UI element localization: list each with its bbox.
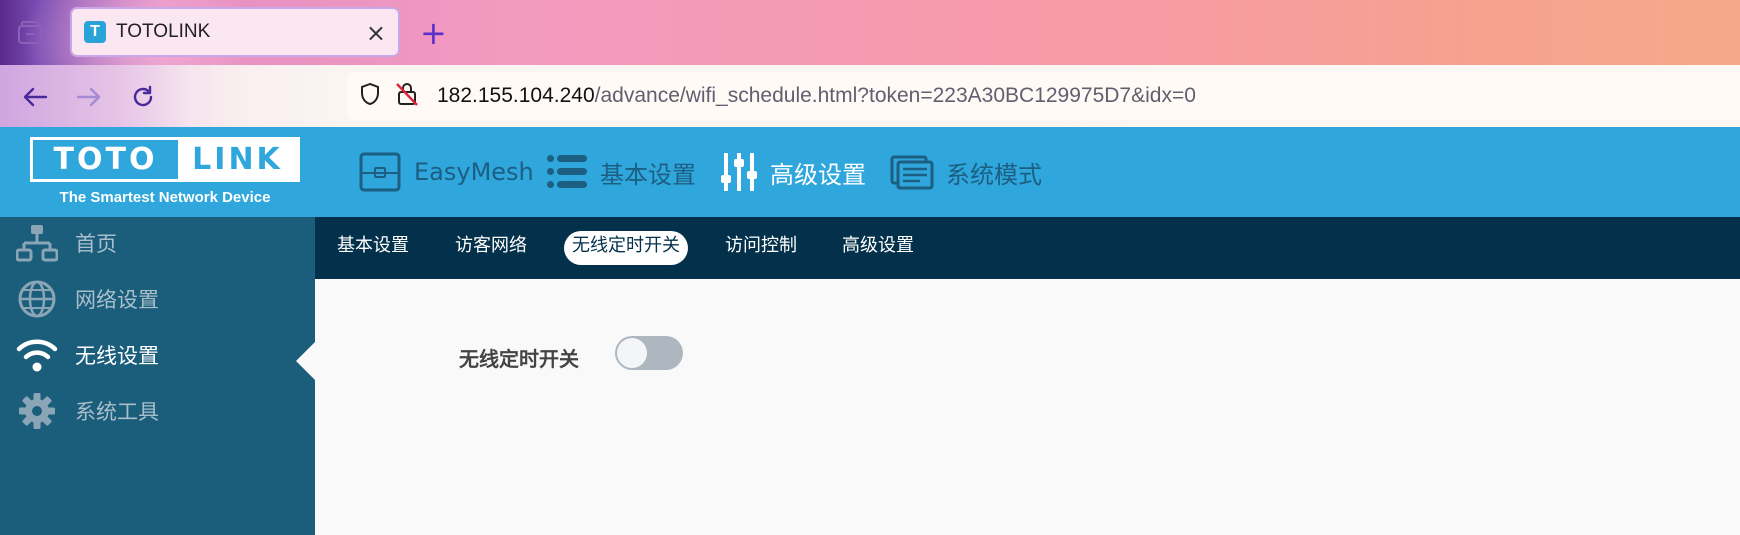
mesh-router-icon [359,152,401,192]
wifi-icon [16,334,58,376]
mode-icon [890,155,934,190]
sidebar-item-system-tools[interactable]: 系统工具 [0,385,315,437]
tab-title: TOTOLINK [116,21,211,42]
tab-close-icon[interactable]: × [366,19,386,47]
browser-tab-strip: T TOTOLINK × + [0,0,1740,65]
sub-navigation: 基本设置 访客网络 无线定时开关 访问控制 高级设置 [315,217,1740,279]
logo-link: LINK [178,140,297,179]
wifi-schedule-toggle[interactable] [615,336,683,370]
sidebar-item-wireless[interactable]: 无线设置 [0,329,315,381]
topnav-basic-settings[interactable]: 基本设置 [546,145,696,199]
app-header: TOTO LINK The Smartest Network Device Ea… [0,127,1740,217]
topnav-basic-settings-label: 基本设置 [600,160,696,189]
subtab-basic-settings[interactable]: 基本设置 [337,231,409,265]
address-bar[interactable]: 182.155.104.240/advance/wifi_schedule.ht… [347,72,1740,120]
subtab-access-control[interactable]: 访问控制 [725,231,797,265]
sidebar-item-label: 系统工具 [75,400,159,424]
totolink-favicon-icon: T [84,21,106,43]
topnav-advanced-settings[interactable]: 高级设置 [720,145,866,199]
url-path: /advance/wifi_schedule.html?token=223A30… [594,84,1196,107]
sidebar-item-network[interactable]: 网络设置 [0,273,315,325]
sidebar-item-label: 首页 [75,232,117,256]
browser-navbar: 182.155.104.240/advance/wifi_schedule.ht… [0,65,1740,127]
globe-icon [16,278,58,320]
network-tree-icon [16,222,58,264]
tracking-shield-icon[interactable] [359,82,381,110]
back-arrow-icon[interactable] [18,80,52,114]
list-icon [547,155,587,188]
sidebar-item-label: 无线设置 [75,344,159,368]
topnav-advanced-settings-label: 高级设置 [770,160,866,189]
logo-toto: TOTO [53,142,158,177]
sidebar-item-label: 网络设置 [75,288,159,312]
logo-box: TOTO LINK [30,137,300,182]
topnav-easymesh-label: EasyMesh [414,158,534,186]
topnav-system-mode[interactable]: 系统模式 [890,145,1042,199]
forward-arrow-icon[interactable] [72,80,106,114]
sidebar: 首页 网络设置 无线设置 系统工具 [0,217,315,535]
toggle-knob[interactable] [617,338,647,368]
gear-icon [16,390,58,432]
totolink-logo[interactable]: TOTO LINK The Smartest Network Device [30,137,300,209]
new-tab-button[interactable]: + [420,14,447,52]
insecure-lock-icon[interactable] [395,81,419,111]
sliders-icon [721,153,757,191]
sidebar-active-pointer [296,342,315,380]
subtab-wifi-schedule[interactable]: 无线定时开关 [564,231,688,265]
url-host: 182.155.104.240 [437,84,595,107]
topnav-system-mode-label: 系统模式 [946,160,1042,189]
topnav-easymesh[interactable]: EasyMesh [358,145,534,199]
sidebar-item-home[interactable]: 首页 [0,217,315,269]
logo-tagline: The Smartest Network Device [59,189,271,206]
url-text[interactable]: 182.155.104.240/advance/wifi_schedule.ht… [437,84,1196,108]
browser-tab[interactable]: T TOTOLINK × [70,7,400,57]
reload-icon[interactable] [126,80,160,114]
tab-overview-icon[interactable] [12,17,48,49]
subtab-advanced-settings[interactable]: 高级设置 [842,231,914,265]
subtab-guest-network[interactable]: 访客网络 [455,231,527,265]
wifi-schedule-label: 无线定时开关 [459,347,579,371]
main-content: 无线定时开关 [315,279,1740,535]
